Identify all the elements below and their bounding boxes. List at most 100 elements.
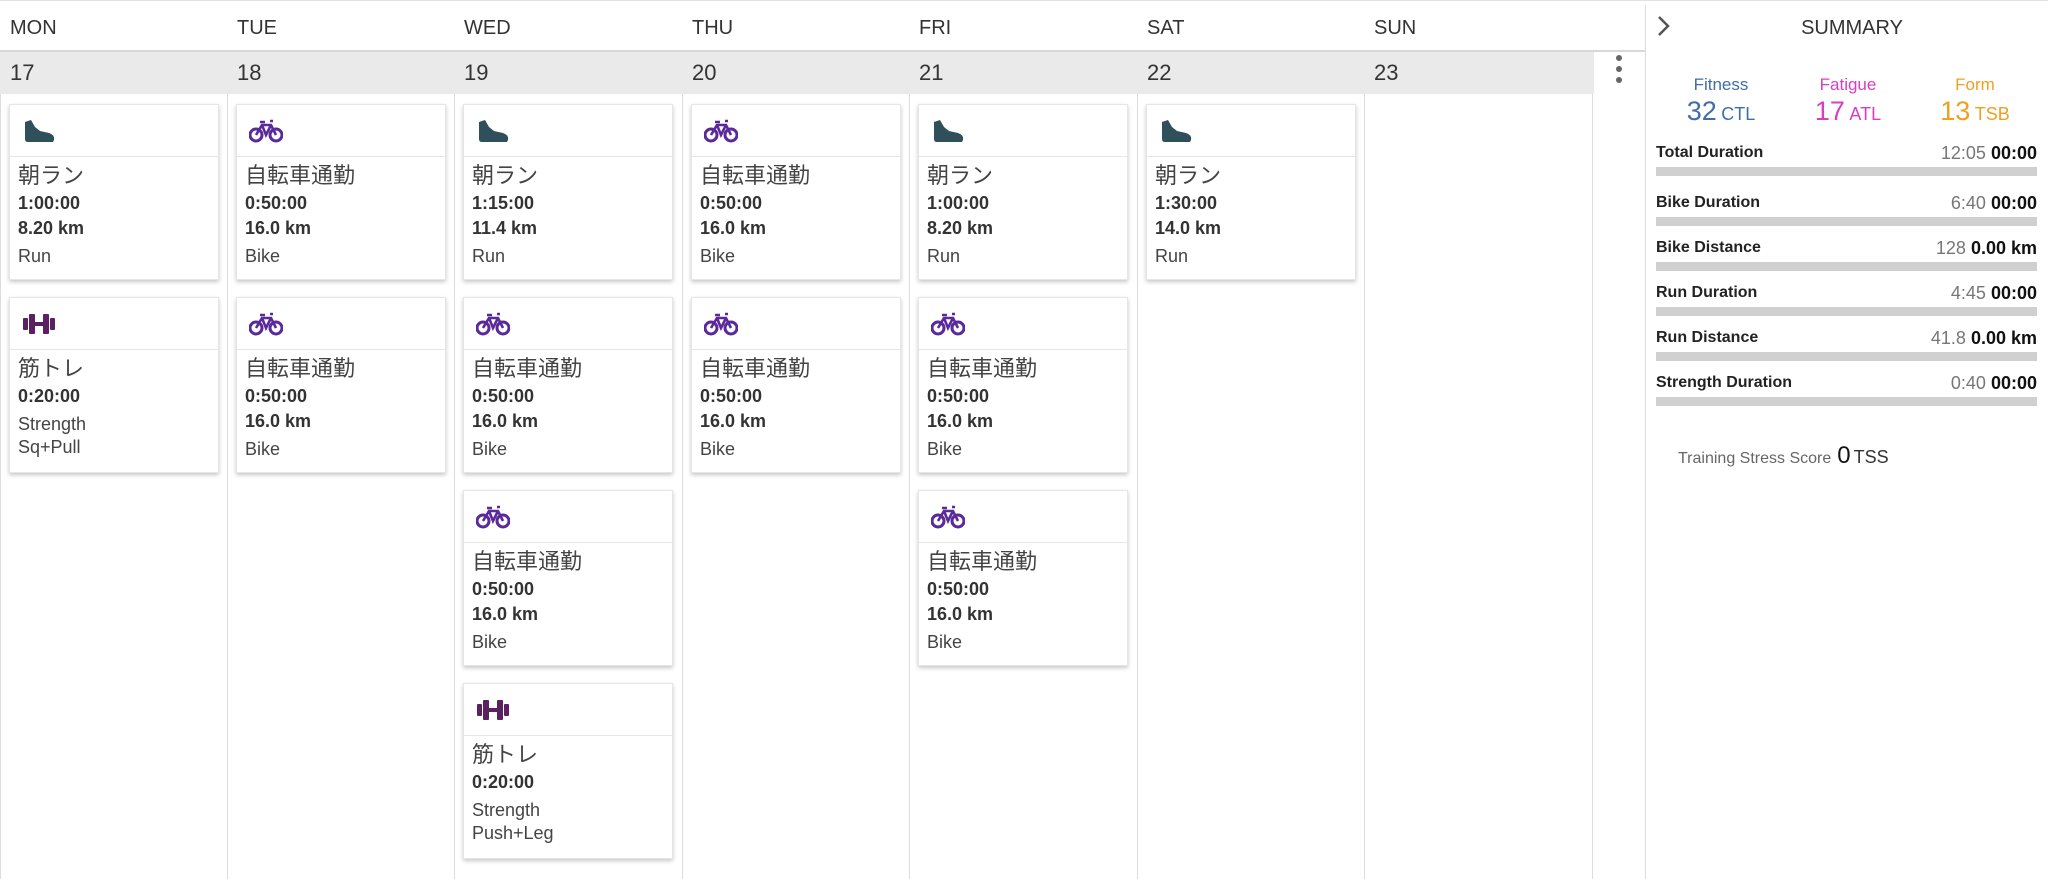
workout-distance: 16.0 km — [927, 604, 994, 624]
workout-distance: 8.20 km — [927, 218, 994, 238]
workout-duration: 0:50:00 — [472, 386, 535, 406]
summary-row-label: Total Duration — [1656, 144, 1764, 161]
workout-distance: 16.0 km — [927, 411, 994, 431]
summary-row-label: Bike Distance — [1656, 239, 1761, 256]
summary-row-label: Run Distance — [1656, 329, 1759, 346]
workout-distance: 11.4 km — [472, 218, 538, 238]
summary-actual: 4:45 — [1950, 283, 1986, 303]
summary-actual: 0:40 — [1950, 373, 1986, 393]
weekday-thu: THU — [692, 17, 734, 39]
bicycle-icon — [249, 119, 283, 143]
workout-card[interactable]: 朝ラン 1:15:00 11.4 km Run — [463, 104, 673, 280]
workout-card[interactable]: 自転車通勤 0:50:00 16.0 km Bike — [918, 490, 1128, 666]
workout-card[interactable]: 自転車通勤 0:50:00 16.0 km Bike — [691, 297, 901, 473]
weekday-wed: WED — [464, 17, 511, 39]
running-shoe-icon — [934, 120, 964, 142]
workout-card[interactable]: 朝ラン 1:00:00 8.20 km Run — [9, 104, 219, 280]
form-value: 13 — [1940, 96, 1971, 126]
workout-duration: 1:30:00 — [1155, 193, 1218, 213]
workout-type: Bike — [245, 246, 281, 266]
workout-card[interactable]: 筋トレ 0:20:00 Strength Push+Leg — [463, 683, 673, 859]
fitness-metric: Fitness 32 CTL — [1656, 74, 1786, 126]
workout-card[interactable]: 自転車通勤 0:50:00 16.0 km Bike — [236, 297, 446, 473]
weekday-sat: SAT — [1147, 17, 1185, 39]
summary-actual: 41.8 — [1930, 328, 1966, 348]
progress-bar — [1656, 307, 2037, 316]
dumbbell-icon — [23, 314, 55, 334]
bicycle-icon — [476, 312, 510, 336]
workout-title: 自転車通勤 — [472, 356, 583, 381]
workout-type: Run — [1155, 246, 1189, 266]
workout-type: Bike — [700, 246, 736, 266]
workout-distance: 8.20 km — [18, 218, 85, 238]
date-row: 17 18 19 20 21 22 23 — [0, 52, 1594, 94]
workout-title: 朝ラン — [18, 163, 85, 188]
running-shoe-icon — [479, 120, 509, 142]
workout-description: Push+Leg — [472, 823, 554, 843]
running-shoe-icon — [25, 120, 55, 142]
form-metric: Form 13 TSB — [1910, 74, 2040, 126]
workout-title: 朝ラン — [1155, 163, 1222, 188]
column-divider — [909, 94, 910, 879]
summary-planned: 00:00 — [1990, 193, 2037, 213]
weekday-sun: SUN — [1374, 17, 1417, 39]
workout-duration: 1:00:00 — [18, 193, 81, 213]
running-shoe-icon — [1162, 120, 1192, 142]
fitness-label: Fitness — [1693, 75, 1749, 94]
progress-bar — [1656, 217, 2037, 226]
workout-distance: 16.0 km — [700, 218, 767, 238]
summary-row-label: Run Duration — [1656, 284, 1758, 301]
fitness-value: 32 — [1686, 96, 1717, 126]
workout-duration: 0:50:00 — [927, 579, 990, 599]
workout-card[interactable]: 自転車通勤 0:50:00 16.0 km Bike — [463, 490, 673, 666]
workout-type: Bike — [700, 439, 736, 459]
column-divider — [0, 94, 1, 879]
form-label: Form — [1955, 75, 1995, 94]
workout-title: 朝ラン — [927, 163, 994, 188]
summary-actual: 12:05 — [1940, 143, 1986, 163]
workout-type: Bike — [472, 632, 508, 652]
workout-card[interactable]: 自転車通勤 0:50:00 16.0 km Bike — [463, 297, 673, 473]
fatigue-value: 17 — [1814, 96, 1845, 126]
workout-type: Bike — [927, 632, 963, 652]
workout-card[interactable]: 自転車通勤 0:50:00 16.0 km Bike — [691, 104, 901, 280]
bicycle-icon — [704, 312, 738, 336]
date-thu: 20 — [692, 60, 717, 85]
weekday-mon: MON — [10, 17, 57, 39]
workout-duration: 1:15:00 — [472, 193, 535, 213]
dumbbell-icon — [477, 700, 509, 720]
week-menu-button[interactable] — [1608, 53, 1630, 85]
column-divider — [1592, 94, 1593, 879]
progress-bar — [1656, 397, 2037, 406]
workout-card[interactable]: 筋トレ 0:20:00 Strength Sq+Pull — [9, 297, 219, 473]
form-unit: TSB — [1974, 104, 2010, 124]
workout-distance: 16.0 km — [245, 411, 312, 431]
workout-duration: 0:20:00 — [472, 772, 535, 792]
workout-card[interactable]: 朝ラン 1:30:00 14.0 km Run — [1146, 104, 1356, 280]
workout-duration: 0:50:00 — [700, 386, 763, 406]
summary-title: SUMMARY — [1801, 17, 1903, 39]
progress-bar — [1656, 167, 2037, 176]
workout-distance: 16.0 km — [472, 411, 539, 431]
column-divider — [1137, 94, 1138, 879]
workout-description: Sq+Pull — [18, 437, 81, 457]
summary-actual: 128 — [1935, 238, 1966, 258]
workout-type: Strength — [472, 800, 541, 820]
workout-title: 筋トレ — [18, 356, 85, 381]
summary-row-label: Strength Duration — [1656, 374, 1792, 391]
workout-title: 筋トレ — [472, 742, 539, 767]
workout-card[interactable]: 朝ラン 1:00:00 8.20 km Run — [918, 104, 1128, 280]
workout-card[interactable]: 自転車通勤 0:50:00 16.0 km Bike — [236, 104, 446, 280]
workout-title: 自転車通勤 — [927, 356, 1038, 381]
workout-card[interactable]: 自転車通勤 0:50:00 16.0 km Bike — [918, 297, 1128, 473]
workout-title: 自転車通勤 — [472, 549, 583, 574]
workout-type: Run — [927, 246, 961, 266]
workout-title: 自転車通勤 — [245, 356, 356, 381]
weekday-tue: TUE — [237, 17, 277, 39]
fatigue-unit: ATL — [1849, 104, 1882, 124]
workout-duration: 0:50:00 — [700, 193, 763, 213]
tss-value: 0 — [1837, 442, 1851, 469]
fatigue-label: Fatigue — [1819, 75, 1877, 94]
fatigue-metric: Fatigue 17 ATL — [1783, 74, 1913, 126]
workout-duration: 0:50:00 — [245, 193, 308, 213]
